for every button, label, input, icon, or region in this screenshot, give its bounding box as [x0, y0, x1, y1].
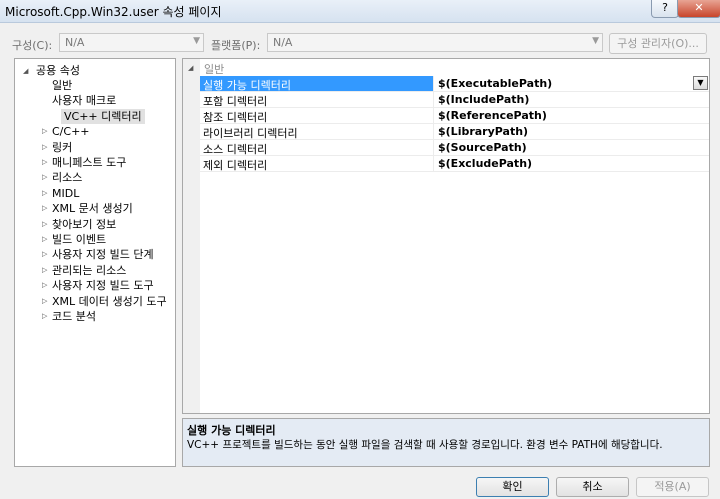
property-value[interactable]: $(IncludePath)	[438, 93, 529, 106]
property-grid: ◢ 일반 실행 가능 디렉터리 $(ExecutablePath) ▼ 포함 디렉터리…	[182, 58, 710, 414]
tree-item[interactable]: 리소스	[52, 170, 82, 185]
property-row[interactable]: 제외 디렉터리 $(ExcludePath)	[200, 156, 709, 172]
tree-item[interactable]: 찾아보기 정보	[52, 217, 116, 232]
tree-expand-icon[interactable]: ▷	[42, 235, 47, 243]
tree-item[interactable]: 코드 분석	[52, 309, 96, 324]
tree-expand-icon[interactable]: ▷	[42, 266, 47, 274]
tree-expand-icon[interactable]: ▷	[42, 158, 47, 166]
tree-expand-icon[interactable]: ▷	[42, 250, 47, 258]
property-name: 포함 디렉터리	[203, 95, 268, 108]
property-row[interactable]: 참조 디렉터리 $(ReferencePath)	[200, 108, 709, 124]
chevron-down-icon: ▼	[193, 36, 200, 46]
property-name: 제외 디렉터리	[203, 159, 268, 172]
tree-item[interactable]: 매니페스트 도구	[52, 155, 126, 170]
property-row[interactable]: 소스 디렉터리 $(SourcePath)	[200, 140, 709, 156]
platform-label: 플랫폼(P):	[211, 39, 261, 52]
chevron-down-icon: ▼	[592, 36, 599, 46]
tree-item[interactable]: 빌드 이벤트	[52, 232, 106, 247]
apply-button[interactable]: 적용(A)	[636, 477, 709, 497]
description-panel: 실행 가능 디렉터리 VC++ 프로젝트를 빌드하는 동안 실행 파일을 검색할…	[182, 418, 710, 467]
column-divider	[433, 156, 434, 172]
property-value[interactable]: $(LibraryPath)	[438, 125, 528, 138]
tree-expand-icon[interactable]: ▷	[42, 281, 47, 289]
tree-item[interactable]: XML 문서 생성기	[52, 201, 133, 216]
ok-button[interactable]: 확인	[476, 477, 549, 497]
tree-item[interactable]: 사용자 매크로	[52, 93, 116, 108]
property-name: 소스 디렉터리	[203, 143, 268, 156]
cancel-button[interactable]: 취소	[556, 477, 629, 497]
tree-expand-icon[interactable]: ▷	[42, 220, 47, 228]
tree-expand-icon[interactable]: ▷	[42, 312, 47, 320]
tree-item[interactable]: 일반	[52, 78, 72, 93]
property-row[interactable]: 포함 디렉터리 $(IncludePath)	[200, 92, 709, 108]
property-name: 라이브러리 디렉터리	[203, 127, 298, 140]
tree-item[interactable]: 링커	[52, 140, 72, 155]
description-title: 실행 가능 디렉터리	[187, 424, 276, 437]
property-value[interactable]: $(SourcePath)	[438, 141, 527, 154]
platform-combo[interactable]: N/A ▼	[267, 33, 603, 52]
grid-category-row[interactable]: ◢ 일반	[183, 60, 709, 76]
column-divider	[433, 124, 434, 140]
config-combo[interactable]: N/A ▼	[59, 33, 204, 52]
tree-item[interactable]: VC++ 디렉터리	[61, 108, 145, 124]
tree-expand-icon[interactable]: ▷	[42, 143, 47, 151]
tree-item[interactable]: 사용자 지정 빌드 도구	[52, 278, 154, 293]
tree-item[interactable]: MIDL	[52, 186, 79, 201]
tree-expand-icon[interactable]: ▷	[42, 173, 47, 181]
tree-item[interactable]: 사용자 지정 빌드 단계	[52, 247, 154, 262]
property-row[interactable]: 실행 가능 디렉터리 $(ExecutablePath) ▼	[200, 76, 709, 92]
column-divider	[433, 76, 434, 92]
help-button[interactable]: ?	[651, 0, 679, 18]
property-row[interactable]: 라이브러리 디렉터리 $(LibraryPath)	[200, 124, 709, 140]
property-value[interactable]: $(ExecutablePath)	[438, 77, 552, 90]
grid-gutter	[183, 59, 200, 413]
property-name: 실행 가능 디렉터리	[203, 79, 291, 92]
description-text: VC++ 프로젝트를 빌드하는 동안 실행 파일을 검색할 때 사용할 경로입니…	[187, 439, 663, 451]
tree-expand-icon[interactable]: ▷	[42, 127, 47, 135]
title-bar: Microsoft.Cpp.Win32.user 속성 페이지 ? ✕	[0, 0, 720, 23]
column-divider	[433, 108, 434, 124]
tree-item[interactable]: C/C++	[52, 124, 90, 139]
close-button[interactable]: ✕	[677, 0, 720, 18]
tree-collapse-icon[interactable]: ◢	[23, 67, 28, 75]
property-name: 참조 디렉터리	[203, 111, 268, 124]
tree-expand-icon[interactable]: ▷	[42, 189, 47, 197]
property-tree: ◢ 공용 속성 일반 사용자 매크로 VC++ 디렉터리 ▷ C/C++ ▷ 링커 ▷ 매니페스…	[14, 58, 176, 467]
config-value: N/A	[65, 36, 85, 49]
tree-item-common-properties[interactable]: 공용 속성	[36, 63, 80, 78]
tree-item[interactable]: XML 데이터 생성기 도구	[52, 294, 167, 309]
window-title: Microsoft.Cpp.Win32.user 속성 페이지	[5, 5, 222, 19]
value-dropdown-icon[interactable]: ▼	[693, 76, 708, 90]
config-label: 구성(C):	[12, 39, 53, 52]
config-manager-button[interactable]: 구성 관리자(O)...	[609, 33, 707, 54]
category-collapse-icon[interactable]: ◢	[188, 64, 193, 72]
grid-category-label: 일반	[204, 63, 225, 76]
column-divider	[433, 92, 434, 108]
tree-expand-icon[interactable]: ▷	[42, 297, 47, 305]
column-divider	[433, 140, 434, 156]
tree-item[interactable]: 관리되는 리소스	[52, 263, 126, 278]
property-value[interactable]: $(ReferencePath)	[438, 109, 547, 122]
property-value[interactable]: $(ExcludePath)	[438, 157, 532, 170]
tree-expand-icon[interactable]: ▷	[42, 204, 47, 212]
platform-value: N/A	[273, 36, 293, 49]
